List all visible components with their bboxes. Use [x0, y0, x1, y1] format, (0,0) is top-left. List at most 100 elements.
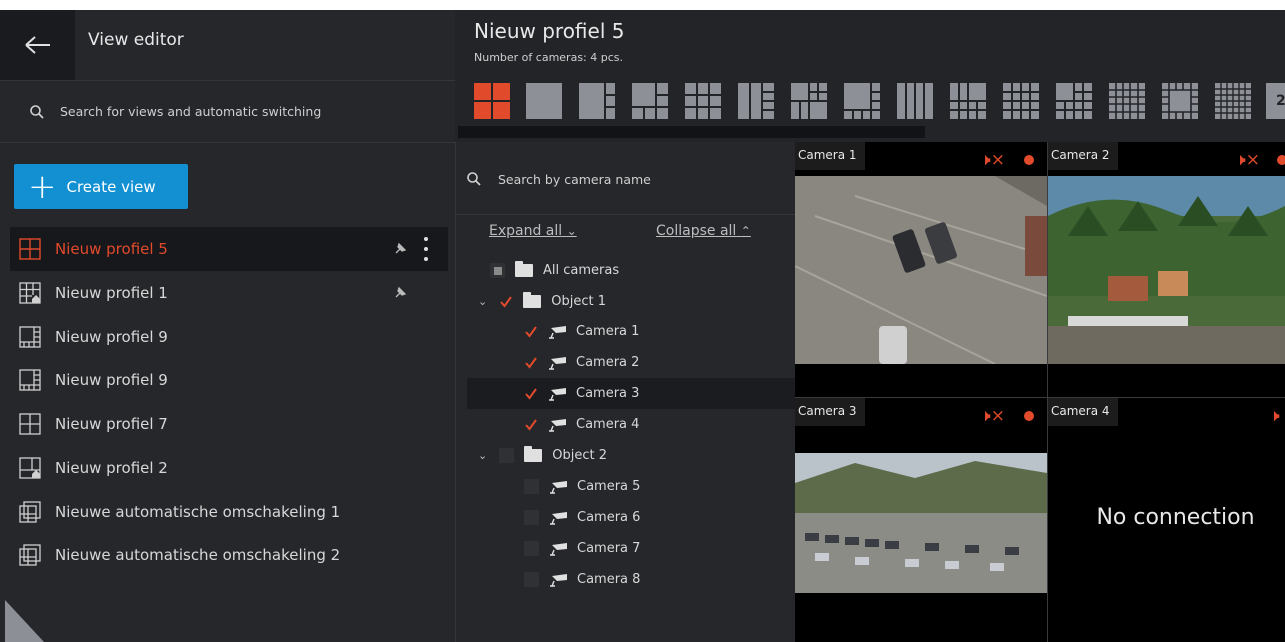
tree-row-object-1[interactable]: ⌄ Object 1	[478, 286, 606, 317]
camera-search-input[interactable]: Search by camera name	[455, 142, 795, 215]
tree-label: Camera 4	[576, 417, 640, 432]
view-item-auto-switch-2[interactable]: Nieuwe automatische omschakeling 2	[10, 533, 448, 577]
muted-speaker-icon[interactable]: 🕨×	[1235, 150, 1260, 170]
camera-tile-3[interactable]: Camera 3 🕨×	[795, 398, 1047, 642]
search-placeholder: Search by camera name	[498, 172, 651, 187]
layout-5x5[interactable]	[1109, 83, 1145, 119]
checkbox-checked[interactable]	[499, 295, 513, 309]
camera-icon	[549, 418, 566, 432]
tree-row-all-cameras[interactable]: All cameras	[490, 255, 619, 286]
checkbox-unchecked[interactable]	[524, 541, 539, 556]
plus-icon: +	[28, 166, 57, 207]
create-view-button[interactable]: + Create view	[14, 164, 188, 209]
tree-label: All cameras	[543, 263, 620, 278]
checkbox-unchecked[interactable]	[524, 479, 539, 494]
view-item-nieuw-profiel-9b[interactable]: Nieuw profiel 9	[10, 358, 448, 402]
checkbox-unchecked[interactable]	[524, 510, 539, 525]
divider	[0, 142, 455, 143]
search-placeholder: Search for views and automatic switching	[60, 104, 322, 119]
tree-row-object-2[interactable]: ⌄ Object 2	[478, 440, 607, 471]
tree-row-camera-3[interactable]: Camera 3	[467, 378, 795, 409]
view-label: Nieuw profiel 2	[55, 459, 168, 477]
view-label: Nieuwe automatische omschakeling 1	[55, 503, 341, 521]
pin-icon[interactable]	[392, 241, 408, 257]
view-search-input[interactable]: Search for views and automatic switching	[0, 80, 455, 142]
muted-speaker-icon[interactable]: 🕨×	[980, 150, 1005, 170]
tree-row-camera-1[interactable]: Camera 1	[524, 316, 639, 347]
view-item-nieuw-profiel-2[interactable]: Nieuw profiel 2	[10, 446, 448, 490]
muted-speaker-icon[interactable]: 🕨×	[980, 406, 1005, 426]
camera-tile-2[interactable]: Camera 2 🕨×	[1048, 142, 1285, 397]
layout-6x6[interactable]	[1215, 83, 1251, 119]
record-indicator-icon	[1277, 155, 1285, 165]
expand-all-link[interactable]: Expand all ⌄	[489, 223, 577, 239]
tree-label: Camera 3	[576, 386, 640, 401]
layout-center-plus-ring[interactable]	[1162, 83, 1198, 119]
layout-1-plus-3[interactable]	[579, 83, 615, 119]
checkbox-checked[interactable]	[524, 325, 538, 339]
grid-home-icon	[19, 282, 41, 304]
layout-4x4[interactable]	[1003, 83, 1039, 119]
back-button[interactable]	[0, 10, 75, 80]
tree-row-camera-2[interactable]: Camera 2	[524, 347, 639, 378]
more-options-icon[interactable]	[424, 237, 430, 261]
chevron-down-icon[interactable]: ⌄	[478, 295, 487, 308]
view-item-nieuw-profiel-5[interactable]: Nieuw profiel 5	[10, 227, 448, 271]
collapse-all-link[interactable]: Collapse all ⌃	[656, 223, 751, 239]
checkbox-unchecked[interactable]	[524, 572, 539, 587]
layout-more[interactable]: 2	[1266, 83, 1285, 119]
layout-4x3[interactable]	[897, 83, 933, 119]
no-connection-message: No connection	[1096, 505, 1255, 530]
layout-2x2-selected[interactable]	[474, 83, 510, 119]
grid-divider	[1047, 142, 1048, 642]
layout-1-plus-5[interactable]	[632, 83, 668, 119]
chevron-down-icon[interactable]: ⌄	[478, 449, 487, 462]
tree-row-camera-8[interactable]: Camera 8	[524, 564, 640, 595]
camera-icon	[550, 480, 567, 494]
view-label: Nieuw profiel 7	[55, 415, 168, 433]
view-item-nieuw-profiel-7[interactable]: Nieuw profiel 7	[10, 402, 448, 446]
layout-4x4-var[interactable]	[950, 83, 986, 119]
view-label: Nieuw profiel 9	[55, 328, 168, 346]
folder-icon	[523, 292, 542, 308]
view-item-nieuw-profiel-9[interactable]: Nieuw profiel 9	[10, 315, 448, 359]
layout-1-plus-12[interactable]	[1056, 83, 1092, 119]
checkbox-checked[interactable]	[524, 356, 538, 370]
camera-icon	[549, 356, 566, 370]
tree-label: Camera 5	[577, 479, 641, 494]
camera-tile-1[interactable]: Camera 1 🕨×	[795, 142, 1047, 397]
layout-3x3[interactable]	[685, 83, 721, 119]
record-indicator-icon	[1024, 155, 1034, 165]
camera-tile-4[interactable]: Camera 4 🕨 No connection	[1048, 398, 1285, 642]
layout-1-plus-7[interactable]	[791, 83, 827, 119]
speaker-icon[interactable]: 🕨	[1269, 406, 1280, 426]
tree-row-camera-5[interactable]: Camera 5	[524, 471, 640, 502]
tree-label: Object 1	[551, 294, 606, 309]
layout-1-plus-9[interactable]	[844, 83, 880, 119]
switching-icon	[19, 544, 41, 566]
profile-title: Nieuw profiel 5	[474, 19, 625, 43]
tree-label: Camera 8	[577, 572, 641, 587]
tree-label: Camera 1	[576, 324, 640, 339]
layout-scrollbar[interactable]	[458, 126, 925, 138]
checkbox-checked[interactable]	[524, 418, 538, 432]
video-feed	[795, 453, 1047, 593]
chevron-up-icon: ⌃	[740, 224, 751, 238]
checkbox-checked[interactable]	[524, 387, 538, 401]
tree-label: Camera 7	[577, 541, 641, 556]
layout-2-plus-8[interactable]	[738, 83, 774, 119]
layout-home-icon	[19, 457, 41, 479]
view-item-nieuw-profiel-1[interactable]: Nieuw profiel 1	[10, 271, 448, 315]
create-view-label: Create view	[66, 177, 156, 196]
tree-row-camera-4[interactable]: Camera 4	[524, 409, 639, 440]
video-feed	[795, 176, 1047, 364]
tree-row-camera-6[interactable]: Camera 6	[524, 502, 640, 533]
checkbox-partial[interactable]	[490, 263, 505, 278]
checkbox-unchecked[interactable]	[499, 448, 515, 463]
tree-row-camera-7[interactable]: Camera 7	[524, 533, 640, 564]
layout-1x1[interactable]	[526, 83, 562, 119]
view-item-auto-switch-1[interactable]: Nieuwe automatische omschakeling 1	[10, 490, 448, 534]
tree-label: Camera 2	[576, 355, 640, 370]
resize-corner-icon[interactable]	[0, 600, 44, 642]
pin-icon[interactable]	[392, 285, 408, 301]
